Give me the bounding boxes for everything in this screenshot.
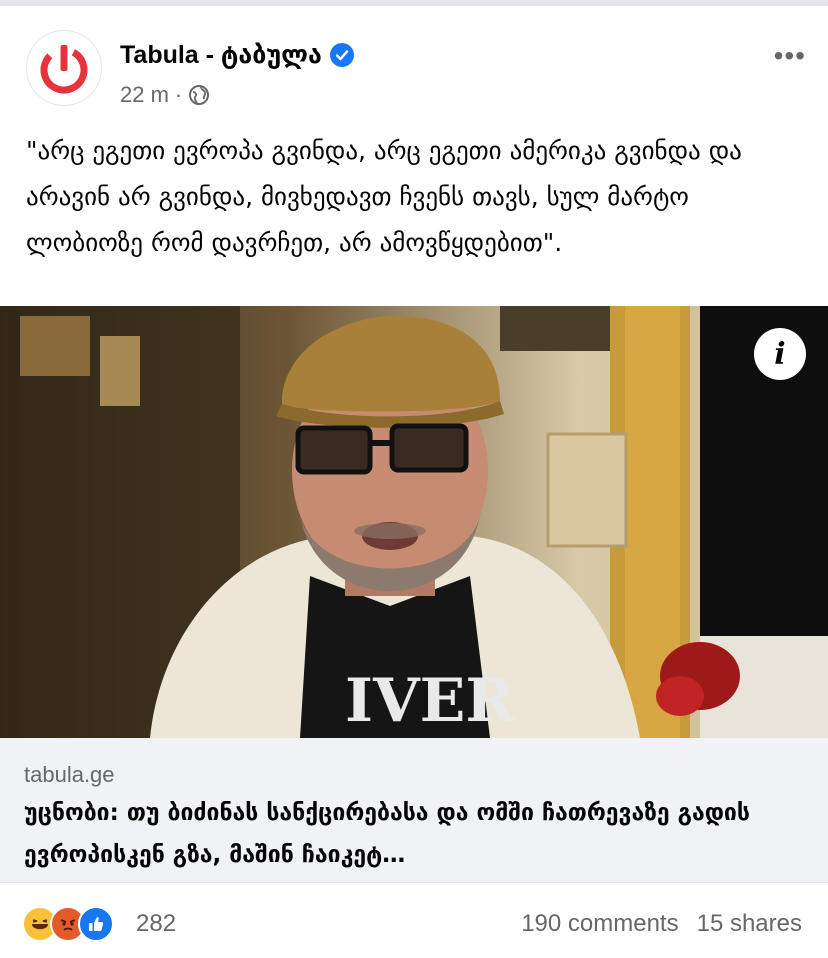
reaction-count[interactable]: 282 (136, 910, 176, 938)
link-domain: tabula.ge (24, 762, 115, 787)
top-divider (0, 0, 828, 6)
page-name-text[interactable]: Tabula - ტაბულა (120, 40, 322, 70)
post-stats: 190 comments 15 shares (521, 910, 802, 938)
comments-count[interactable]: 190 comments (521, 910, 678, 938)
svg-text:IVER: IVER (345, 666, 516, 736)
link-headline[interactable]: უცნობი: თუ ბიძინას სანქცირებასა და ომში … (24, 792, 804, 876)
link-preview-image[interactable]: IVER i (0, 306, 828, 738)
person-photo: IVER (0, 306, 828, 738)
post-time[interactable]: 22 m (120, 82, 169, 108)
info-button[interactable]: i (754, 328, 806, 380)
tabula-logo-icon (40, 45, 88, 94)
globe-icon (189, 85, 210, 105)
page-name[interactable]: Tabula - ტაბულა (120, 40, 354, 70)
page-avatar[interactable] (26, 30, 102, 106)
meta-separator: · (174, 82, 183, 107)
verified-badge-icon (329, 43, 354, 67)
post-text: "არც ეგეთი ევროპა გვინდა, არც ეგეთი ამერ… (26, 136, 742, 257)
like-icon (78, 906, 114, 942)
reaction-icons[interactable] (22, 906, 114, 942)
post-meta: 22 m · (120, 82, 210, 108)
shares-count[interactable]: 15 shares (697, 910, 802, 938)
more-options-button[interactable]: ••• (774, 40, 806, 72)
